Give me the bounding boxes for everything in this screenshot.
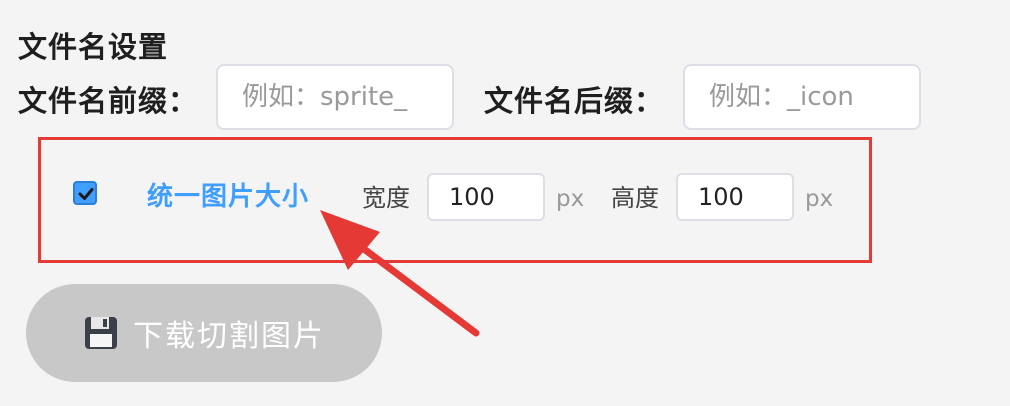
prefix-input[interactable]	[216, 64, 454, 130]
height-label: 高度	[611, 184, 659, 212]
suffix-input[interactable]	[683, 64, 921, 130]
download-button-label: 下载切割图片	[133, 319, 325, 354]
height-unit: px	[805, 186, 834, 212]
unify-size-label[interactable]: 统一图片大小	[147, 176, 309, 213]
check-icon	[78, 188, 94, 200]
unify-size-checkbox[interactable]	[73, 181, 97, 205]
floppy-disk-icon	[85, 317, 117, 349]
prefix-label: 文件名前缀：	[18, 84, 199, 118]
download-button[interactable]: 下载切割图片	[26, 284, 382, 382]
suffix-label: 文件名后缀：	[484, 84, 665, 118]
height-input[interactable]	[676, 173, 794, 221]
section-title: 文件名设置	[18, 30, 169, 64]
width-unit: px	[556, 186, 585, 212]
